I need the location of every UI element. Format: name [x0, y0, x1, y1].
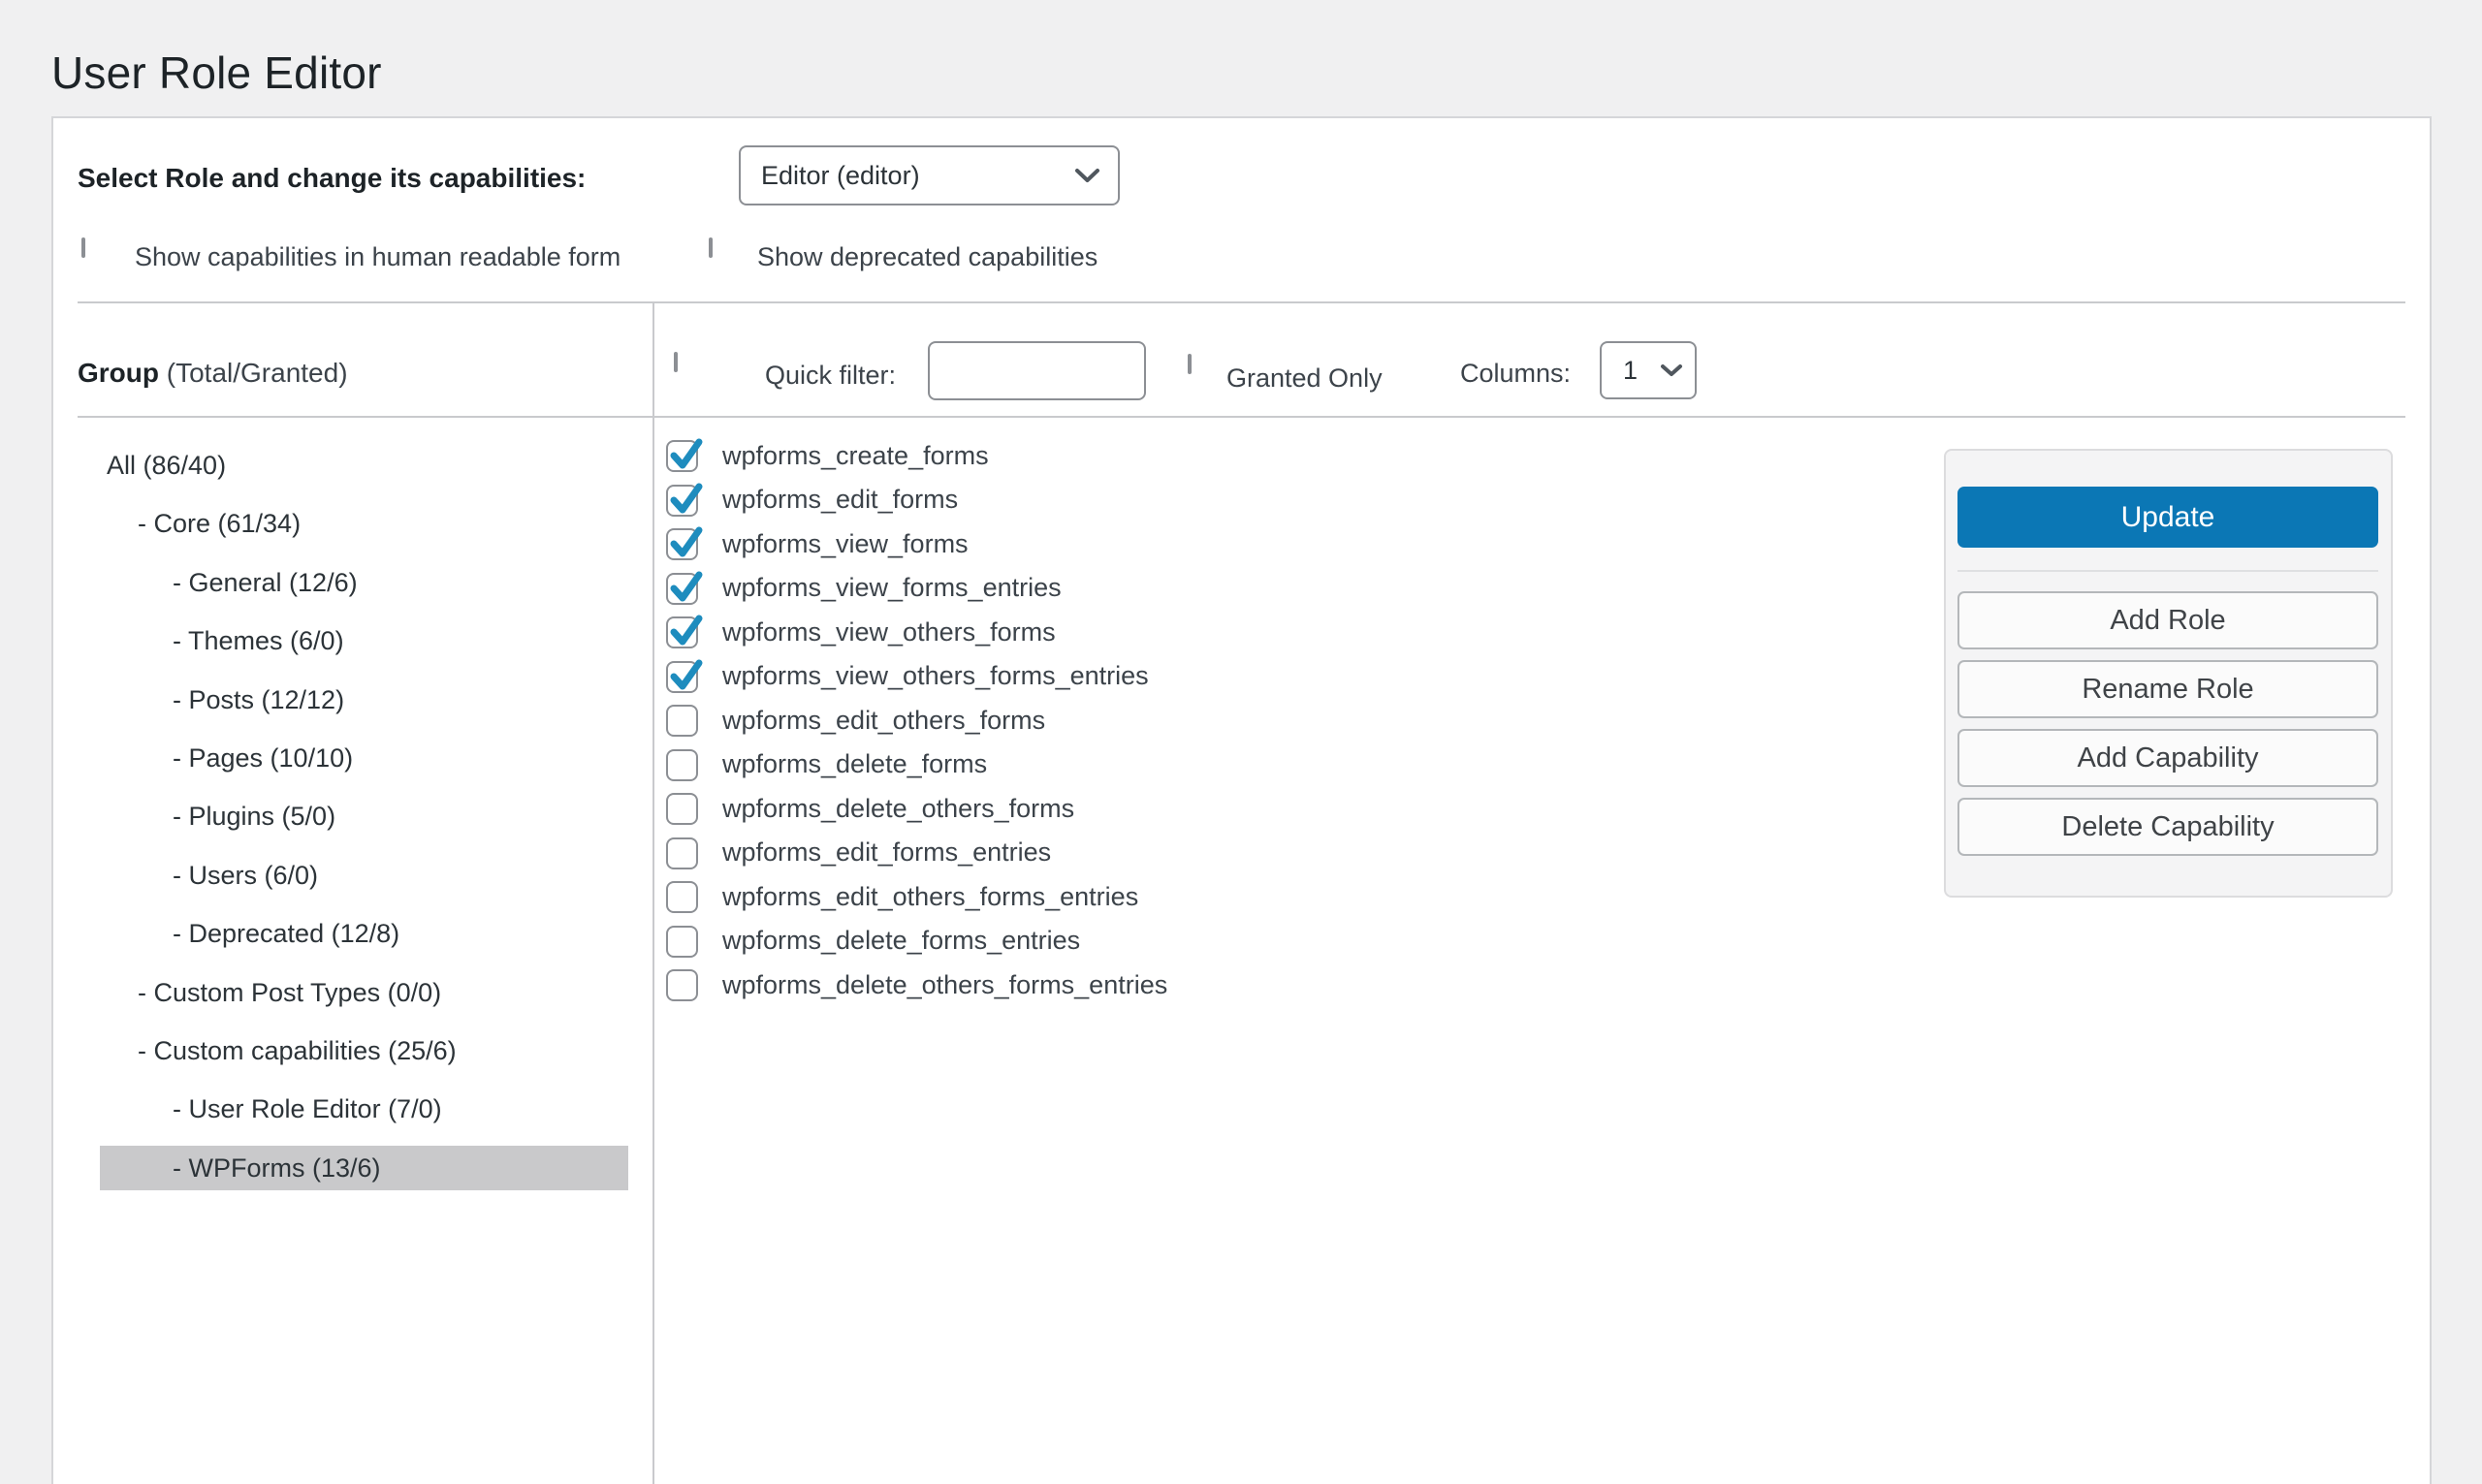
group-tree-item[interactable]: - Custom Post Types (0/0) [100, 970, 628, 1015]
capability-row: wpforms_create_forms [666, 433, 989, 478]
check-icon [667, 568, 706, 607]
user-role-editor-page: User Role Editor Select Role and change … [0, 0, 2482, 1484]
capability-row: wpforms_view_others_forms_entries [666, 654, 1149, 699]
update-button[interactable]: Update [1957, 487, 2378, 548]
check-icon [667, 480, 706, 519]
capability-label[interactable]: wpforms_view_forms [722, 529, 969, 559]
page-title: User Role Editor [51, 47, 382, 99]
show-deprecated-checkbox[interactable] [709, 237, 713, 258]
capability-label[interactable]: wpforms_view_others_forms [722, 617, 1056, 647]
columns-select[interactable]: 1 [1600, 341, 1697, 399]
capability-label[interactable]: wpforms_edit_forms [722, 485, 958, 515]
capability-label[interactable]: wpforms_create_forms [722, 441, 989, 471]
group-tree-item[interactable]: - User Role Editor (7/0) [100, 1087, 628, 1131]
quick-filter-label: Quick filter: [765, 361, 896, 391]
group-tree-item[interactable]: - General (12/6) [100, 560, 628, 605]
capability-row: wpforms_view_others_forms [666, 610, 1056, 654]
capability-label[interactable]: wpforms_view_others_forms_entries [722, 661, 1149, 691]
capability-row: wpforms_delete_forms [666, 742, 987, 787]
group-tree-item[interactable]: All (86/40) [100, 443, 628, 488]
capability-row: wpforms_edit_forms_entries [666, 831, 1051, 875]
capability-row: wpforms_view_forms_entries [666, 566, 1062, 611]
capability-row: wpforms_edit_others_forms_entries [666, 874, 1138, 919]
quick-filter-input[interactable] [928, 341, 1146, 400]
human-readable-checkbox[interactable] [81, 237, 85, 258]
group-tree-item[interactable]: - Deprecated (12/8) [100, 911, 628, 956]
capability-checkbox[interactable] [666, 485, 698, 517]
check-icon [667, 612, 706, 650]
group-tree-item[interactable]: - Custom capabilities (25/6) [100, 1028, 628, 1073]
group-tree-item[interactable]: - WPForms (13/6) [100, 1146, 628, 1190]
capability-row: wpforms_view_forms [666, 521, 969, 566]
add-capability-button[interactable]: Add Capability [1957, 729, 2378, 787]
select-all-checkbox[interactable] [674, 352, 678, 372]
group-tree-item[interactable]: - Users (6/0) [100, 853, 628, 898]
columns-select-value: 1 [1623, 356, 1638, 386]
group-tree-item[interactable]: - Posts (12/12) [100, 678, 628, 722]
capability-checkbox[interactable] [666, 926, 698, 958]
check-icon [667, 656, 706, 695]
divider-top [78, 301, 2405, 303]
show-deprecated-label[interactable]: Show deprecated capabilities [757, 242, 1098, 272]
check-icon [667, 435, 706, 474]
divider-vertical [652, 301, 654, 1484]
capability-checkbox[interactable] [666, 573, 698, 605]
capability-checkbox[interactable] [666, 528, 698, 560]
capability-label[interactable]: wpforms_edit_others_forms_entries [722, 882, 1138, 912]
capability-checkbox[interactable] [666, 881, 698, 913]
capability-label[interactable]: wpforms_delete_others_forms_entries [722, 970, 1167, 1000]
rename-role-button[interactable]: Rename Role [1957, 660, 2378, 718]
role-select[interactable]: Editor (editor) [739, 145, 1120, 205]
columns-label: Columns: [1460, 359, 1571, 389]
capability-row: wpforms_edit_forms [666, 478, 958, 522]
group-header-bold: Group [78, 358, 159, 388]
capability-label[interactable]: wpforms_view_forms_entries [722, 573, 1062, 603]
capability-label[interactable]: wpforms_edit_others_forms [722, 706, 1045, 736]
role-select-value: Editor (editor) [761, 161, 920, 191]
select-role-label: Select Role and change its capabilities: [78, 163, 586, 194]
capability-label[interactable]: wpforms_delete_forms [722, 749, 987, 779]
check-icon [667, 523, 706, 562]
add-role-button[interactable]: Add Role [1957, 591, 2378, 649]
capability-row: wpforms_delete_others_forms_entries [666, 963, 1167, 1007]
delete-capability-button[interactable]: Delete Capability [1957, 798, 2378, 856]
group-header: Group (Total/Granted) [78, 358, 348, 389]
capability-checkbox[interactable] [666, 616, 698, 648]
group-tree-item[interactable]: - Core (61/34) [100, 501, 628, 546]
group-tree-item[interactable]: - Themes (6/0) [100, 618, 628, 663]
group-header-rest: (Total/Granted) [159, 358, 348, 388]
capability-checkbox[interactable] [666, 440, 698, 472]
chevron-down-icon [1074, 168, 1100, 184]
capability-checkbox[interactable] [666, 705, 698, 737]
granted-only-label[interactable]: Granted Only [1226, 363, 1383, 394]
capability-label[interactable]: wpforms_delete_others_forms [722, 794, 1074, 824]
capability-label[interactable]: wpforms_edit_forms_entries [722, 837, 1051, 868]
capability-checkbox[interactable] [666, 969, 698, 1001]
capability-row: wpforms_delete_forms_entries [666, 919, 1080, 963]
capability-checkbox[interactable] [666, 749, 698, 781]
capability-checkbox[interactable] [666, 661, 698, 693]
card-divider [1957, 570, 2378, 572]
capability-row: wpforms_edit_others_forms [666, 698, 1045, 742]
group-tree-item[interactable]: - Pages (10/10) [100, 736, 628, 780]
capability-row: wpforms_delete_others_forms [666, 786, 1074, 831]
divider-filter [78, 416, 2405, 418]
granted-only-checkbox[interactable] [1188, 354, 1192, 374]
capability-checkbox[interactable] [666, 837, 698, 869]
human-readable-label[interactable]: Show capabilities in human readable form [135, 242, 620, 272]
capability-label[interactable]: wpforms_delete_forms_entries [722, 926, 1080, 956]
capability-checkbox[interactable] [666, 793, 698, 825]
chevron-down-icon [1660, 363, 1683, 378]
group-tree-item[interactable]: - Plugins (5/0) [100, 794, 628, 838]
